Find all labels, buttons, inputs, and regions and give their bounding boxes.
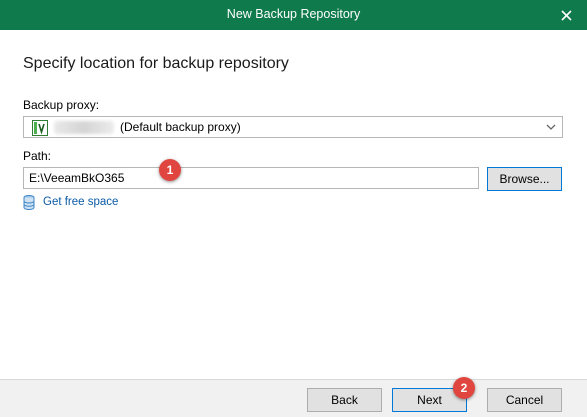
database-icon — [23, 195, 35, 210]
blurred-server-name — [54, 121, 114, 134]
path-label: Path: — [23, 149, 52, 163]
browse-button[interactable]: Browse... — [487, 167, 562, 191]
get-free-space-text[interactable]: Get free space — [43, 196, 118, 208]
close-button[interactable] — [555, 4, 577, 26]
back-button[interactable]: Back — [307, 388, 382, 412]
cancel-button[interactable]: Cancel — [487, 388, 562, 412]
chevron-down-icon[interactable] — [546, 122, 556, 132]
window-title: New Backup Repository — [226, 7, 361, 21]
close-icon — [560, 9, 572, 21]
backup-proxy-value: (Default backup proxy) — [120, 120, 241, 134]
path-input[interactable] — [23, 167, 479, 189]
backup-proxy-label: Backup proxy: — [23, 98, 100, 112]
step-1-marker: 1 — [159, 159, 181, 181]
step-2-marker: 2 — [453, 377, 475, 399]
page-heading: Specify location for backup repository — [23, 55, 289, 72]
veeam-server-icon — [32, 120, 48, 136]
title-bar: New Backup Repository — [0, 0, 587, 30]
backup-proxy-select[interactable]: (Default backup proxy) — [23, 116, 563, 138]
